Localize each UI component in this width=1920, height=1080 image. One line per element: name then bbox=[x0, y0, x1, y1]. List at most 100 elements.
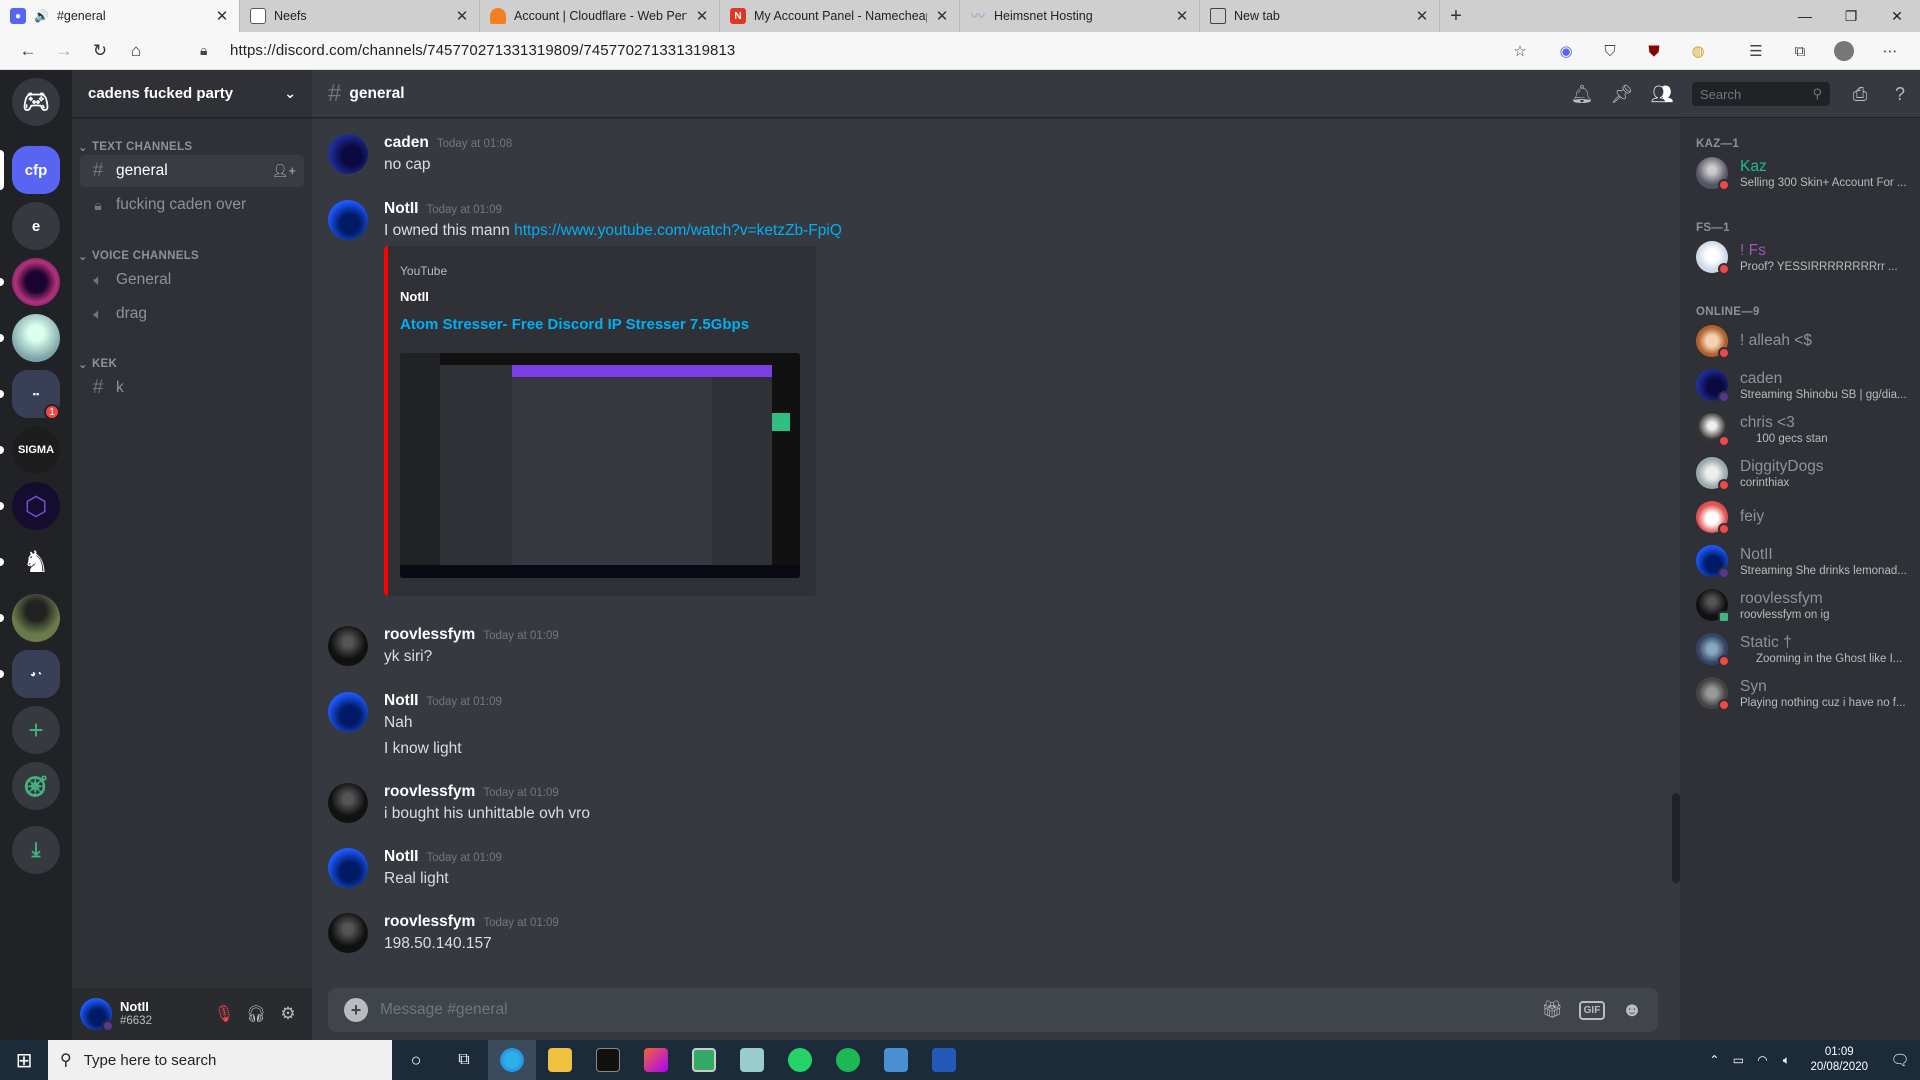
avatar[interactable] bbox=[328, 848, 368, 888]
embed-title[interactable]: Atom Stresser- Free Discord IP Stresser … bbox=[400, 316, 749, 333]
explore-servers-icon[interactable]: 🧭︎ bbox=[12, 762, 60, 810]
server-icon-horse[interactable]: ♞ bbox=[12, 538, 60, 586]
server-e[interactable]: e bbox=[12, 202, 60, 250]
message-author[interactable]: caden Today at 01:08 bbox=[384, 134, 512, 152]
minimize-button[interactable]: — bbox=[1782, 0, 1828, 32]
avatar[interactable] bbox=[80, 998, 114, 1032]
wifi-icon[interactable]: ◠ bbox=[1750, 1053, 1774, 1067]
channel-fucking-caden-over[interactable]: 🔒︎ fucking caden over bbox=[80, 189, 304, 221]
clock[interactable]: 01:09 20/08/2020 bbox=[1810, 1045, 1868, 1075]
member-item[interactable]: caden Streaming Shinobu SB | gg/dia... bbox=[1688, 364, 1912, 406]
pin-icon[interactable]: 📌︎ bbox=[1602, 70, 1642, 118]
create-invite-icon[interactable]: 👤︎+ bbox=[272, 163, 296, 179]
close-tab-icon[interactable]: ✕ bbox=[1175, 7, 1189, 25]
browser-tab-neefs[interactable]: Neefs ✕ bbox=[240, 0, 480, 32]
browser-tab-heimsnet[interactable]: 〰 Heimsnet Hosting ✕ bbox=[960, 0, 1200, 32]
avatar[interactable] bbox=[328, 626, 368, 666]
avatar[interactable] bbox=[328, 692, 368, 732]
server-header[interactable]: cadens fucked party ⌄ bbox=[72, 70, 312, 118]
back-button[interactable]: ← bbox=[10, 32, 46, 70]
message-author[interactable]: roovlessfym Today at 01:09 bbox=[384, 626, 559, 644]
profile-avatar[interactable] bbox=[1834, 41, 1854, 61]
notification-center-icon[interactable]: 🗨︎ bbox=[1880, 1051, 1920, 1069]
server-icon-folder-2[interactable]: ◕◔ bbox=[12, 650, 60, 698]
start-button[interactable]: ⊞ bbox=[0, 1040, 48, 1080]
forward-button[interactable]: → bbox=[46, 32, 82, 70]
message-composer[interactable]: + Message #general 🎁︎ GIF ☻ bbox=[328, 988, 1658, 1032]
channel-general[interactable]: # general 👤︎+ bbox=[80, 155, 304, 187]
youtube-link[interactable]: https://www.youtube.com/watch?v=ketzZb-F… bbox=[514, 222, 842, 239]
ide-icon[interactable] bbox=[632, 1040, 680, 1080]
gif-button[interactable]: GIF bbox=[1572, 988, 1612, 1032]
new-tab-button[interactable]: + bbox=[1440, 0, 1472, 32]
member-item[interactable]: ! Fs Proof? YESSIRRRRRRRRrr ... bbox=[1688, 236, 1912, 278]
extension-colorful-icon[interactable]: ◍ bbox=[1688, 41, 1708, 61]
message-author[interactable]: roovlessfym Today at 01:09 bbox=[384, 913, 559, 931]
member-item[interactable]: ! alleah <$ bbox=[1688, 320, 1912, 362]
voice-channel-drag[interactable]: 🔈︎ drag bbox=[80, 298, 304, 330]
member-item[interactable]: Static † Zooming in the Ghost like I... bbox=[1688, 628, 1912, 670]
home-button[interactable]: ⌂ bbox=[118, 32, 154, 70]
mute-microphone-icon[interactable]: 🎙︎ bbox=[208, 1004, 240, 1024]
server-icon-hexagon[interactable]: ⬡ bbox=[12, 482, 60, 530]
extension-shield-icon[interactable]: ⛉ bbox=[1600, 41, 1620, 61]
close-tab-icon[interactable]: ✕ bbox=[455, 7, 469, 25]
restore-button[interactable]: ❐ bbox=[1828, 0, 1874, 32]
extension-discord-icon[interactable]: ◉ bbox=[1556, 41, 1576, 61]
member-item[interactable]: chris <3 100 gecs stan bbox=[1688, 408, 1912, 450]
cortana-icon[interactable]: ○ bbox=[392, 1040, 440, 1080]
message-author[interactable]: roovlessfym Today at 01:09 bbox=[384, 783, 559, 801]
message-author[interactable]: NotII Today at 01:09 bbox=[384, 848, 502, 866]
edge-browser-icon[interactable] bbox=[488, 1040, 536, 1080]
category-voice-channels[interactable]: ⌄ VOICE CHANNELS bbox=[78, 249, 199, 263]
channel-k[interactable]: # k bbox=[80, 372, 304, 404]
server-sigma[interactable]: SIGMA bbox=[12, 426, 60, 474]
task-view-icon[interactable]: ⧉ bbox=[440, 1040, 488, 1080]
search-input[interactable]: Search ⚲ bbox=[1692, 82, 1830, 106]
browser-tab-namecheap[interactable]: N My Account Panel - Namecheap ✕ bbox=[720, 0, 960, 32]
image-app-icon[interactable] bbox=[680, 1040, 728, 1080]
member-item[interactable]: Syn Playing nothing cuz i have no f... bbox=[1688, 672, 1912, 714]
server-icon-avatar[interactable] bbox=[12, 594, 60, 642]
avatar[interactable] bbox=[328, 200, 368, 240]
voice-channel-general[interactable]: 🔈︎ General bbox=[80, 264, 304, 296]
inbox-icon[interactable]: ⎙ bbox=[1840, 70, 1880, 118]
embed-author[interactable]: NotII bbox=[400, 289, 429, 304]
avatar[interactable] bbox=[328, 783, 368, 823]
favorites-list-icon[interactable]: ☰ bbox=[1746, 41, 1766, 61]
member-item[interactable]: feiy bbox=[1688, 496, 1912, 538]
message-scrollbar[interactable] bbox=[1672, 118, 1680, 980]
battery-icon[interactable]: ▭ bbox=[1726, 1053, 1750, 1067]
collections-icon[interactable]: ⧉ bbox=[1790, 41, 1810, 61]
extension-ublock-icon[interactable]: ⛊ bbox=[1644, 41, 1664, 61]
member-item[interactable]: roovlessfym roovlessfym on ig bbox=[1688, 584, 1912, 626]
help-icon[interactable]: ? bbox=[1880, 70, 1920, 118]
member-item[interactable]: Kaz Selling 300 Skin+ Account For ... bbox=[1688, 152, 1912, 194]
video-thumbnail[interactable] bbox=[400, 353, 800, 578]
file-explorer-icon[interactable] bbox=[536, 1040, 584, 1080]
terminal-icon[interactable] bbox=[584, 1040, 632, 1080]
close-window-button[interactable]: ✕ bbox=[1874, 0, 1920, 32]
download-apps-icon[interactable]: ⤓ bbox=[12, 826, 60, 874]
close-tab-icon[interactable]: ✕ bbox=[1415, 7, 1429, 25]
gift-icon[interactable]: 🎁︎ bbox=[1532, 988, 1572, 1032]
scrollbar-thumb[interactable] bbox=[1672, 793, 1680, 883]
embed-provider[interactable]: YouTube bbox=[400, 264, 447, 278]
favorite-star-icon[interactable]: ☆ bbox=[1510, 41, 1530, 61]
message-input[interactable]: Message #general bbox=[380, 1001, 1532, 1019]
members-list-icon[interactable]: 👥︎ bbox=[1642, 70, 1682, 118]
avatar[interactable] bbox=[328, 913, 368, 953]
discord-home-icon[interactable]: 🎮︎ bbox=[12, 78, 60, 126]
refresh-button[interactable]: ↻ bbox=[82, 32, 118, 70]
headphones-icon[interactable]: 🎧︎ bbox=[240, 1004, 272, 1024]
message-author[interactable]: NotII Today at 01:09 bbox=[384, 692, 502, 710]
category-kek[interactable]: ⌄ KEK bbox=[78, 357, 117, 371]
whatsapp-icon[interactable] bbox=[776, 1040, 824, 1080]
member-item[interactable]: NotII Streaming She drinks lemonad... bbox=[1688, 540, 1912, 582]
close-tab-icon[interactable]: ✕ bbox=[935, 7, 949, 25]
message-author[interactable]: NotII Today at 01:09 bbox=[384, 200, 502, 218]
add-server-icon[interactable]: + bbox=[12, 706, 60, 754]
close-tab-icon[interactable]: ✕ bbox=[695, 7, 709, 25]
server-icon-purple[interactable] bbox=[12, 258, 60, 306]
lock-icon[interactable]: 🔒︎ bbox=[200, 42, 207, 59]
